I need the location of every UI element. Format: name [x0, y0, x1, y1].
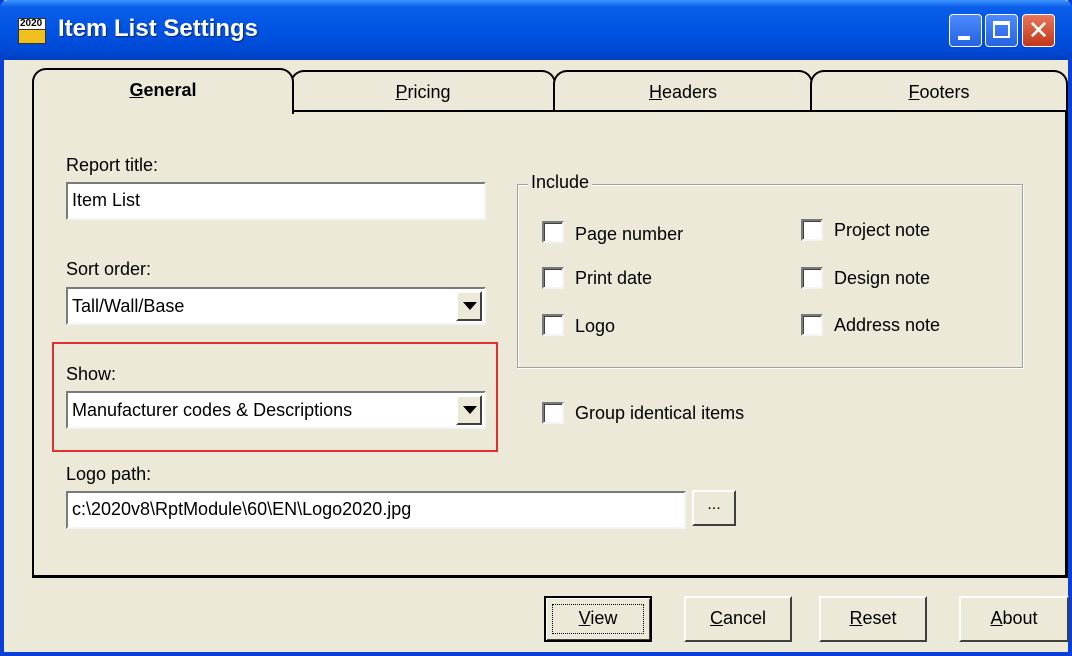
- project-note-checkbox-box[interactable]: [801, 219, 823, 241]
- tab-headers[interactable]: Headers: [553, 70, 813, 112]
- tab-headers-accel: H: [648, 82, 662, 102]
- reset-button[interactable]: Reset: [819, 596, 927, 642]
- maximize-button[interactable]: [985, 14, 1018, 47]
- logo-checkbox-box[interactable]: [542, 314, 564, 336]
- print-date-checkbox-box[interactable]: [542, 267, 564, 289]
- sort-order-dropdown-button[interactable]: [456, 291, 482, 321]
- about-label: bout: [1002, 608, 1038, 628]
- tab-footers-accel: F: [908, 82, 920, 102]
- logo-path-input[interactable]: c:\2020v8\RptModule\60\EN\Logo2020.jpg: [66, 491, 686, 529]
- report-title-label: Report title:: [66, 155, 159, 175]
- reset-label: eset: [862, 608, 897, 628]
- chevron-down-icon: [463, 302, 477, 310]
- cancel-accel: C: [709, 608, 723, 628]
- design-note-label: Design note: [834, 268, 931, 288]
- tab-footers[interactable]: Footers: [810, 70, 1068, 112]
- reset-accel: R: [849, 608, 863, 628]
- sort-order-label: Sort order:: [66, 259, 152, 279]
- tab-pricing-accel: P: [395, 82, 408, 102]
- cancel-button[interactable]: Cancel: [684, 596, 792, 642]
- chevron-down-icon: [463, 406, 477, 414]
- tab-footers-label: ooters: [919, 82, 970, 102]
- minimize-button[interactable]: [949, 14, 982, 47]
- sort-order-select[interactable]: Tall/Wall/Base: [66, 287, 486, 325]
- clapper-icon: [18, 29, 46, 44]
- window-title: Item List Settings: [58, 15, 259, 42]
- page-number-checkbox-box[interactable]: [542, 221, 564, 243]
- logo-checkbox-label: Logo: [575, 316, 616, 336]
- include-legend: Include: [528, 172, 593, 193]
- tab-headers-label: eaders: [661, 82, 718, 102]
- group-identical-checkbox-box[interactable]: [542, 402, 564, 424]
- tab-pricing[interactable]: Pricing: [290, 70, 556, 112]
- item-list-settings-window: 2020 Item List Settings ✕ General Pricin…: [0, 0, 1072, 656]
- browse-button[interactable]: ...: [692, 490, 736, 526]
- minimize-icon: [958, 36, 970, 40]
- title-bar[interactable]: 2020 Item List Settings ✕: [0, 0, 1072, 60]
- sort-order-value: Tall/Wall/Base: [72, 296, 185, 316]
- show-select[interactable]: Manufacturer codes & Descriptions: [66, 391, 486, 429]
- report-title-input[interactable]: Item List: [66, 182, 486, 220]
- logo-path-label: Logo path:: [66, 464, 152, 484]
- about-accel: A: [990, 608, 1003, 628]
- app-icon: 2020: [18, 18, 46, 44]
- show-value: Manufacturer codes & Descriptions: [72, 400, 353, 420]
- view-button[interactable]: View: [544, 596, 652, 642]
- about-button[interactable]: About: [959, 596, 1069, 642]
- project-note-label: Project note: [834, 220, 931, 240]
- close-button[interactable]: ✕: [1022, 14, 1055, 47]
- tab-general-accel: G: [129, 80, 144, 100]
- tab-join: [34, 108, 292, 114]
- page-number-label: Page number: [575, 224, 684, 244]
- design-note-checkbox-box[interactable]: [801, 267, 823, 289]
- show-label: Show:: [66, 364, 117, 384]
- address-note-label: Address note: [834, 315, 941, 335]
- print-date-label: Print date: [575, 268, 653, 288]
- cancel-label: ancel: [722, 608, 767, 628]
- close-icon: ✕: [1027, 15, 1050, 45]
- focus-rect: [552, 604, 644, 634]
- show-dropdown-button[interactable]: [456, 395, 482, 425]
- tab-pricing-label: ricing: [407, 82, 451, 102]
- address-note-checkbox-box[interactable]: [801, 314, 823, 336]
- tab-general-label: eneral: [143, 80, 197, 100]
- maximize-icon: [993, 21, 1010, 38]
- group-identical-label: Group identical items: [575, 403, 745, 423]
